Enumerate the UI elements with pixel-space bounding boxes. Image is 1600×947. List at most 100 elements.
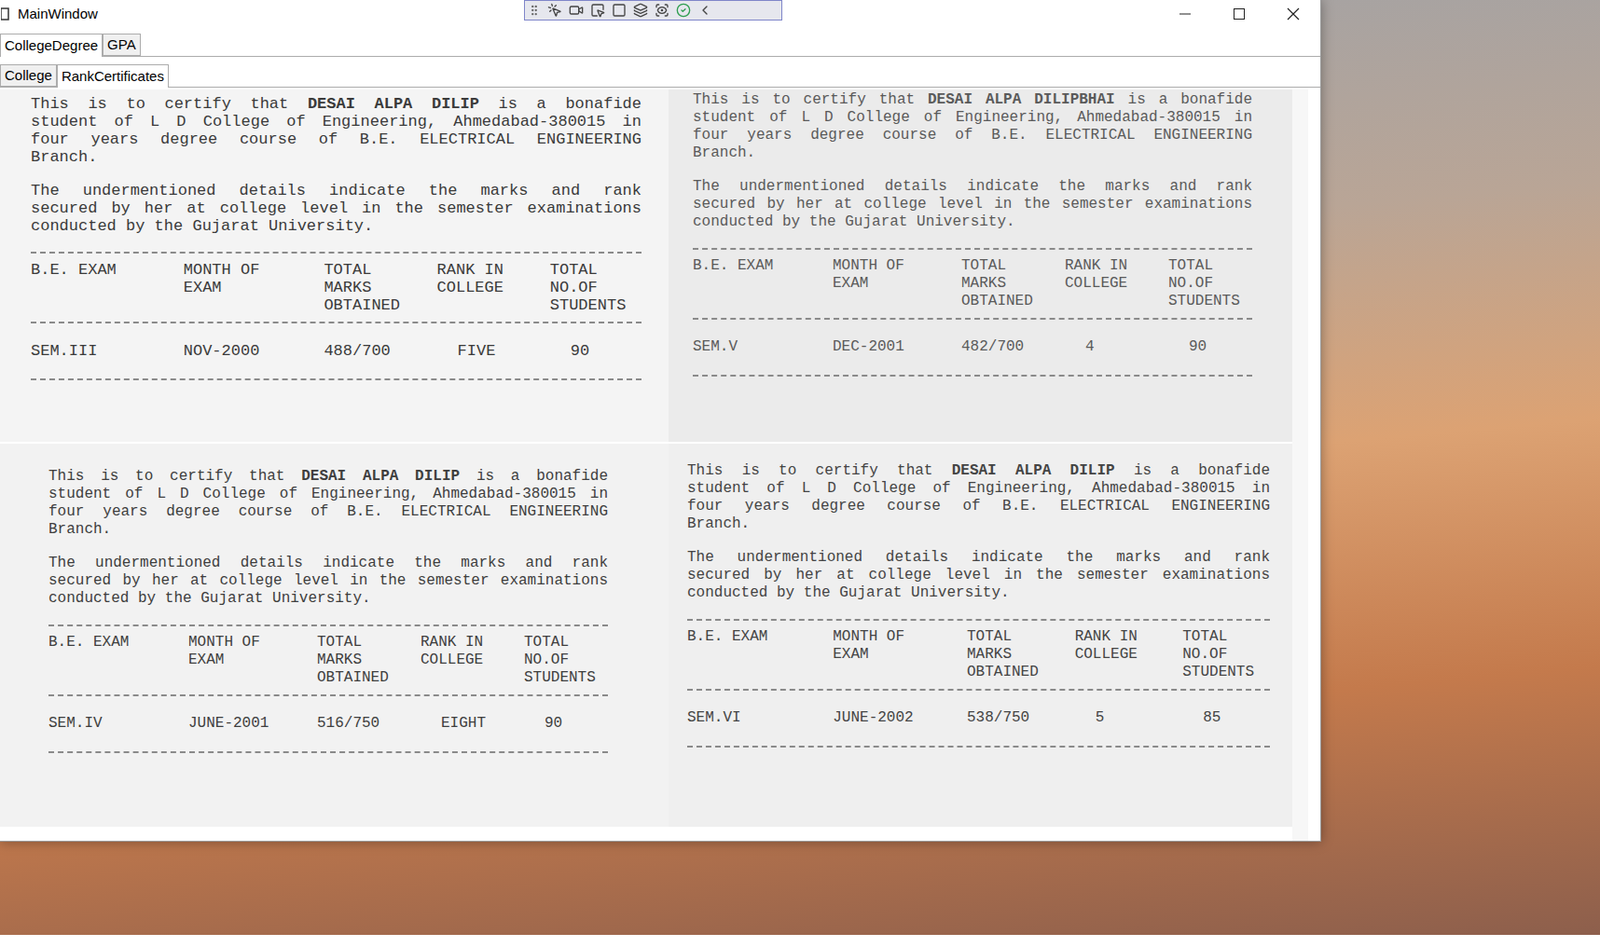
- certificate-line: secured by her at college level in the s…: [48, 572, 608, 591]
- table-row: SEM.VIJUNE-2002538/750585: [687, 690, 1270, 746]
- certificate-line: four years degree course of B.E. ELECTRI…: [692, 126, 1253, 145]
- column-header: B.E. EXAM: [692, 257, 833, 311]
- minimize-button[interactable]: [1158, 0, 1213, 28]
- divider: [687, 619, 1270, 621]
- column-header: MONTH OFEXAM: [183, 261, 325, 315]
- screen: MainWindowCollegeDegreeGPACollegeRankCer…: [0, 0, 1600, 947]
- divider: [30, 378, 642, 381]
- table-row: SEM.IVJUNE-2001516/750EIGHT90: [48, 696, 608, 752]
- main-tabs: CollegeDegreeGPA: [0, 27, 1321, 57]
- certificate-line: conducted by the Gujarat University.: [30, 217, 642, 235]
- table-row: SEM.VDEC-2001482/700490: [692, 319, 1253, 375]
- certificate-intro: This is to certify that DESAI ALPA DILIP…: [687, 462, 1270, 534]
- column-header: B.E. EXAM: [48, 634, 189, 688]
- column-header: B.E. EXAM: [687, 628, 833, 682]
- column-header: MONTH OFEXAM: [832, 628, 967, 682]
- column-header: MONTH OFEXAM: [188, 634, 318, 688]
- sub-tabs: CollegeRankCertificates: [0, 56, 1321, 88]
- table-row: SEM.IIINOV-2000488/700FIVE90: [30, 323, 642, 379]
- table-cell: SEM.III: [30, 342, 184, 360]
- certificate-line: The undermentioned details indicate the …: [692, 178, 1253, 196]
- check-icon[interactable]: [675, 2, 691, 18]
- tab[interactable]: RankCertificates: [56, 64, 169, 88]
- certificate-line: Branch.: [687, 515, 1270, 534]
- table-cell: 90: [1168, 338, 1253, 357]
- binding-icon[interactable]: [654, 2, 670, 18]
- table-cell: DEC-2001: [832, 338, 962, 357]
- divider: [692, 317, 1253, 320]
- table-cell: 482/700: [961, 338, 1065, 357]
- certificate-line: Branch.: [48, 521, 608, 539]
- certificate-line: Branch.: [30, 148, 642, 166]
- table-cell: SEM.IV: [48, 715, 189, 733]
- close-icon: [1286, 7, 1300, 21]
- divider: [48, 694, 608, 697]
- column-header: B.E. EXAM: [30, 261, 184, 315]
- column-header: TOTALNO.OFSTUDENTS: [1168, 257, 1253, 311]
- certificate: This is to certify that DESAI ALPA DILIP…: [668, 443, 1293, 828]
- minimize-icon: [1179, 8, 1191, 20]
- certificate-line: Branch.: [692, 144, 1253, 163]
- table-cell: 516/750: [317, 715, 421, 733]
- certificate-line: conducted by the Gujarat University.: [48, 590, 608, 608]
- certificate-line: The undermentioned details indicate the …: [48, 554, 608, 573]
- table-header: B.E. EXAMMONTH OFEXAMTOTALMARKSOBTAINEDR…: [687, 620, 1270, 690]
- main-window: MainWindowCollegeDegreeGPACollegeRankCer…: [0, 0, 1322, 842]
- table-cell: EIGHT: [420, 715, 525, 733]
- layout-adorner-icon[interactable]: [611, 2, 627, 18]
- table-cell: SEM.V: [692, 338, 833, 357]
- certificate-line: four years degree course of B.E. ELECTRI…: [687, 497, 1270, 516]
- scrollbar[interactable]: [1292, 89, 1309, 842]
- divider: [48, 624, 608, 627]
- collapse-icon[interactable]: [697, 2, 713, 18]
- certificate-line: conducted by the Gujarat University.: [687, 584, 1270, 603]
- divider: [687, 745, 1270, 748]
- table-cell: 538/750: [966, 709, 1076, 728]
- certificate-line: student of L D College of Engineering, A…: [48, 485, 608, 504]
- table-cell: 5: [1075, 709, 1184, 728]
- app-icon: [0, 7, 11, 21]
- table-cell: JUNE-2001: [188, 715, 318, 733]
- tab[interactable]: CollegeDegree: [0, 33, 103, 57]
- certificate-line: This is to certify that DESAI ALPA DILIP…: [48, 468, 608, 486]
- certificate-line: The undermentioned details indicate the …: [30, 181, 642, 200]
- certificates-view[interactable]: This is to certify that DESAI ALPA DILIP…: [0, 87, 1321, 842]
- maximize-button[interactable]: [1212, 0, 1267, 28]
- select-element-icon[interactable]: [547, 2, 563, 18]
- certificate-line: This is to certify that DESAI ALPA DILIP…: [687, 462, 1270, 481]
- certificate-line: four years degree course of B.E. ELECTRI…: [30, 130, 642, 149]
- table-cell: FIVE: [437, 342, 551, 360]
- record-icon[interactable]: [568, 2, 584, 18]
- table-cell: 85: [1182, 709, 1270, 728]
- column-header: TOTALNO.OFSTUDENTS: [524, 634, 608, 688]
- table-cell: SEM.VI: [687, 709, 833, 728]
- certificate: This is to certify that DESAI ALPA DILIP…: [0, 89, 669, 442]
- close-button[interactable]: [1266, 0, 1321, 28]
- certificate: This is to certify that DESAI ALPA DILIP…: [668, 89, 1293, 442]
- certificate-details: The undermentioned details indicate the …: [30, 181, 642, 235]
- certificate-line: This is to certify that DESAI ALPA DILIP…: [692, 91, 1253, 110]
- table-cell: JUNE-2002: [832, 709, 967, 728]
- table-cell: NOV-2000: [183, 342, 325, 360]
- table-cell: 4: [1064, 338, 1169, 357]
- column-header: RANK INCOLLEGE: [420, 634, 525, 688]
- column-header: TOTALMARKSOBTAINED: [323, 261, 437, 315]
- column-header: TOTALMARKSOBTAINED: [317, 634, 421, 688]
- certificate-details: The undermentioned details indicate the …: [687, 549, 1270, 603]
- certificates-grid: This is to certify that DESAI ALPA DILIP…: [0, 89, 1293, 842]
- tab[interactable]: GPA: [102, 33, 141, 56]
- table-header: B.E. EXAMMONTH OFEXAMTOTALMARKSOBTAINEDR…: [30, 253, 642, 322]
- table-cell: 488/700: [323, 342, 437, 360]
- tab[interactable]: College: [0, 64, 57, 87]
- divider: [692, 374, 1253, 377]
- maximize-icon: [1233, 8, 1245, 20]
- certificate-line: secured by her at college level in the s…: [692, 195, 1253, 214]
- track-focus-icon[interactable]: [633, 2, 649, 18]
- certificate-line: secured by her at college level in the s…: [687, 566, 1270, 585]
- divider: [692, 248, 1253, 250]
- debug-toolbar: [524, 0, 783, 21]
- certificate-line: student of L D College of Engineering, A…: [30, 112, 642, 131]
- table-header: B.E. EXAMMONTH OFEXAMTOTALMARKSOBTAINEDR…: [692, 249, 1253, 318]
- pointer-icon[interactable]: [590, 2, 606, 18]
- grip-icon[interactable]: [527, 3, 541, 17]
